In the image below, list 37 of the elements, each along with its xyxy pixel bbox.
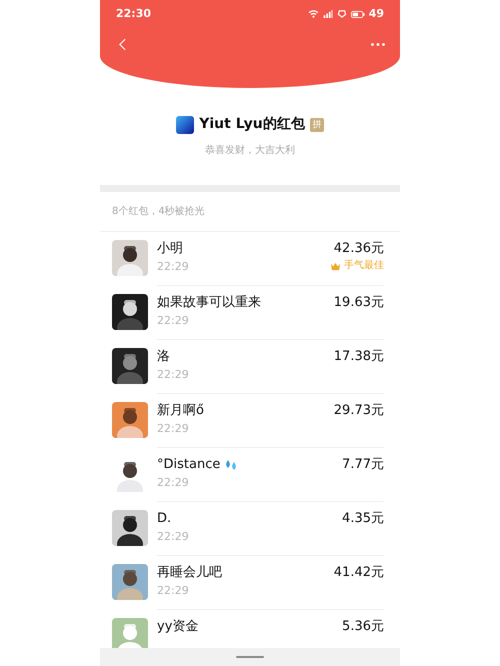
crown-icon [330,262,341,270]
nickname: 小明 [157,240,183,258]
more-icon [371,42,385,46]
amount: 4.35元 [342,510,384,528]
group-badge: 拼 [310,118,324,132]
nickname: 洛 [157,348,170,366]
packet-summary: 8个红包，4秒被抢光 [112,204,205,219]
amount: 5.36元 [342,618,384,636]
amount: 41.42元 [334,564,384,582]
packet-title: Yiut Lyu的红包 [199,115,305,134]
grab-time: 22:29 [157,421,190,437]
blessing-text: 恭喜发财，大吉大利 [205,144,295,158]
grab-time: 22:29 [157,475,190,491]
amount: 29.73元 [334,402,384,420]
amount: 7.77元 [342,456,384,474]
wifi-icon [308,10,319,18]
status-time: 22:30 [116,6,152,22]
battery-level: 49 [368,6,384,22]
signal-icon [322,10,333,18]
nickname: °Distance [157,456,220,474]
sender-avatar-icon [176,116,194,134]
grab-time: 22:29 [157,313,190,329]
grab-time: 22:29 [157,529,189,545]
grab-time: 22:29 [157,367,189,383]
amount: 19.63元 [334,294,384,312]
grab-time: 22:29 [157,259,189,275]
nickname: D. [157,510,172,528]
back-icon [118,38,126,50]
nickname: 如果故事可以重来 [157,294,261,312]
best-luck-label: 手气最佳 [344,259,384,273]
nickname: 再睡会儿吧 [157,564,222,582]
amount: 42.36元 [334,240,384,258]
nickname: 新月啊ő [157,402,204,420]
amount: 17.38元 [334,348,384,366]
battery-icon [350,10,365,18]
nickname: yy资金 [157,618,198,636]
grab-time: 22:29 [157,583,190,599]
